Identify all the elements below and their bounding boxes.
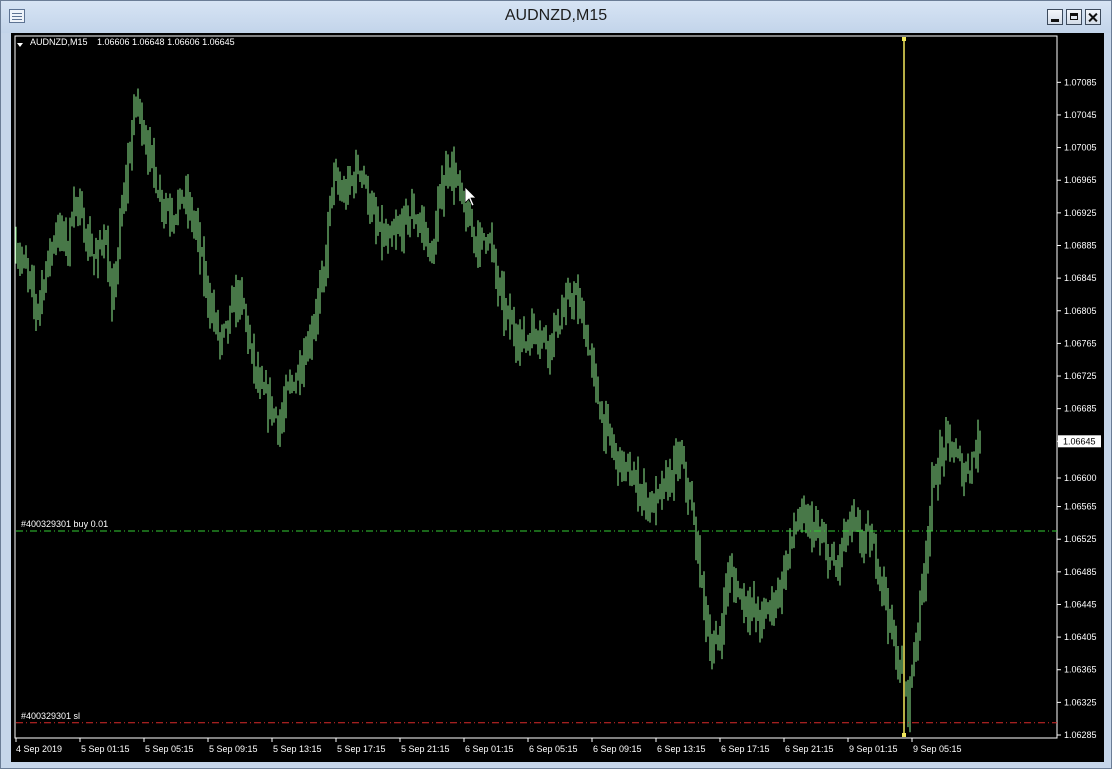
price-axis-label: 1.06845 xyxy=(1064,273,1097,283)
price-axis-label: 1.06325 xyxy=(1064,697,1097,707)
vertical-line-handle-bottom xyxy=(902,733,906,737)
candlestick-chart-svg[interactable]: AUDNZD,M15 1.06606 1.06648 1.06606 1.066… xyxy=(11,33,1104,762)
time-axis-label: 6 Sep 09:15 xyxy=(593,744,642,754)
close-button[interactable] xyxy=(1085,9,1101,25)
vertical-line-object[interactable] xyxy=(902,37,906,737)
time-axis-label: 5 Sep 21:15 xyxy=(401,744,450,754)
price-axis-label: 1.07005 xyxy=(1064,143,1097,153)
time-axis[interactable]: 4 Sep 2019 5 Sep 01:15 5 Sep 05:15 5 Sep 09… xyxy=(15,738,962,754)
title-bar[interactable]: AUDNZD,M15 xyxy=(1,1,1111,33)
window-title: AUDNZD,M15 xyxy=(504,7,608,24)
vertical-line-handle-top xyxy=(902,37,906,41)
time-axis-label: 6 Sep 01:15 xyxy=(465,744,514,754)
price-axis-label: 1.06725 xyxy=(1064,371,1097,381)
time-axis-label: 4 Sep 2019 xyxy=(16,744,62,754)
time-axis-label: 9 Sep 01:15 xyxy=(849,744,898,754)
order-line-label: #400329301 sl xyxy=(21,711,80,721)
time-axis-label: 5 Sep 01:15 xyxy=(81,744,130,754)
time-axis-label: 6 Sep 21:15 xyxy=(785,744,834,754)
price-chart[interactable]: AUDNZD,M15 1.06606 1.06648 1.06606 1.066… xyxy=(11,33,1104,762)
price-axis-label: 1.07085 xyxy=(1064,77,1097,87)
price-axis-label: 1.06765 xyxy=(1064,338,1097,348)
price-axis-label: 1.06365 xyxy=(1064,665,1097,675)
maximize-button[interactable] xyxy=(1066,9,1082,25)
cursor-arrow xyxy=(464,186,477,207)
price-axis-label: 1.06685 xyxy=(1064,404,1097,414)
price-axis-label: 1.06525 xyxy=(1064,534,1097,544)
minimize-button[interactable] xyxy=(1047,9,1063,25)
price-axis-label: 1.07045 xyxy=(1064,110,1097,120)
price-axis-label: 1.06445 xyxy=(1064,599,1097,609)
price-axis-label: 1.06885 xyxy=(1064,240,1097,250)
price-axis-label: 1.06405 xyxy=(1064,632,1097,642)
price-axis-label: 1.06965 xyxy=(1064,175,1097,185)
time-axis-label: 5 Sep 13:15 xyxy=(273,744,322,754)
time-axis-label: 5 Sep 09:15 xyxy=(209,744,258,754)
time-axis-label: 6 Sep 13:15 xyxy=(657,744,706,754)
price-axis[interactable]: 1.07085 1.07045 1.07005 1.06965 1.06925 1.068… xyxy=(1057,77,1101,740)
mouse-cursor-icon xyxy=(464,186,477,207)
current-price-label: 1.06645 xyxy=(1063,436,1096,446)
time-axis-label: 6 Sep 05:15 xyxy=(529,744,578,754)
price-axis-label: 1.06600 xyxy=(1064,473,1097,483)
time-axis-label: 9 Sep 05:15 xyxy=(913,744,962,754)
order-lines-layer[interactable]: #400329301 buy 0.01 #400329301 sl xyxy=(16,519,1057,724)
chart-header-symbol: AUDNZD,M15 xyxy=(30,37,88,47)
price-axis-label: 1.06805 xyxy=(1064,306,1097,316)
candles-layer xyxy=(15,88,981,733)
chart-header-dropdown-icon[interactable] xyxy=(17,43,23,47)
chart-header-ohlc: 1.06606 1.06648 1.06606 1.06645 xyxy=(97,37,235,47)
price-axis-label: 1.06485 xyxy=(1064,567,1097,577)
chart-window: AUDNZD,M15 AUDNZD,M15 1.06606 1.06648 1.… xyxy=(0,0,1112,769)
price-axis-label: 1.06925 xyxy=(1064,208,1097,218)
chart-frame xyxy=(14,35,1058,739)
time-axis-label: 5 Sep 05:15 xyxy=(145,744,194,754)
time-axis-label: 5 Sep 17:15 xyxy=(337,744,386,754)
price-axis-label: 1.06285 xyxy=(1064,730,1097,740)
time-axis-label: 6 Sep 17:15 xyxy=(721,744,770,754)
price-axis-label: 1.06565 xyxy=(1064,502,1097,512)
order-line-label: #400329301 buy 0.01 xyxy=(21,519,108,529)
